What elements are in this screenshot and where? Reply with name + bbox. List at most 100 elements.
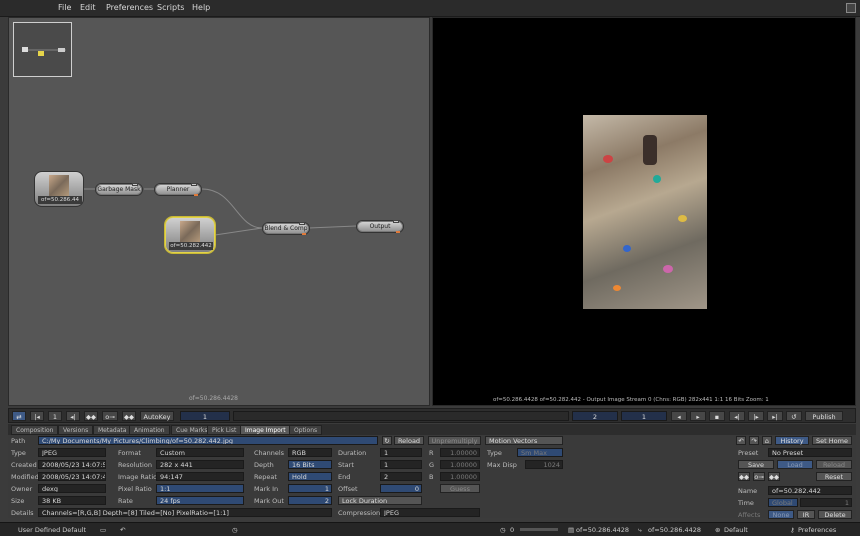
planner-node[interactable]: Planner [154,183,202,196]
duration-field[interactable]: 1 [380,448,422,457]
window-menu-button[interactable] [846,3,856,13]
set-home-button[interactable]: Set Home [812,436,852,445]
mv-type-field[interactable]: Sm Max [517,448,563,457]
key-next-icon[interactable]: ◆◆ [122,411,136,421]
end-field[interactable]: 2 [380,472,422,481]
key-link-icon[interactable]: o⊸ [102,411,118,421]
monitor-icon[interactable]: ▭ [100,526,106,534]
node-graph[interactable]: of=50.286.44 Garbage Mask Planner of=50.… [8,17,430,406]
menu-edit[interactable]: Edit [80,3,96,12]
lock-duration-button[interactable]: Lock Duration [338,496,422,505]
output-node[interactable]: Output [356,220,404,233]
rewind-icon[interactable]: ◂| [729,411,745,421]
tab-animation[interactable]: Animation [129,425,170,435]
resolution-field[interactable]: 282 x 441 [156,460,244,469]
tab-versions[interactable]: Versions [58,425,94,435]
depth-field[interactable]: 16 Bits [288,460,332,469]
unpremultiply-button[interactable]: Unpremultiply [428,436,481,445]
offset-field[interactable]: 0 [380,484,422,493]
name-field[interactable]: of=50.282.442 [768,486,852,495]
save-button[interactable]: Save [738,460,774,469]
channels-field[interactable]: RGB [288,448,332,457]
time-mode-field[interactable]: Global [768,498,798,507]
go-start-icon[interactable]: |◂ [30,411,44,421]
default-layout[interactable]: Default [724,526,748,534]
key-link-icon[interactable]: o⊸ [753,472,765,481]
mark-out-label: Mark Out [254,497,284,505]
menu-help[interactable]: Help [192,3,210,12]
step-back-icon[interactable]: ◂| [66,411,80,421]
time-value-field[interactable]: 1 [800,498,852,507]
max-disp-label: Max Disp [487,461,517,469]
mark-out-field[interactable]: 2 [288,496,332,505]
none-button[interactable]: None [768,510,794,519]
go-end-icon[interactable]: ▸| [767,411,783,421]
type-field[interactable]: JPEG [38,448,106,457]
status-mode[interactable]: User Defined Default [18,526,86,534]
home-icon[interactable]: ⌂ [762,436,772,445]
prev-frame-icon[interactable]: ◂ [671,411,687,421]
frame-one-button[interactable]: 1 [48,411,62,421]
read-node-1[interactable]: of=50.286.44 [34,171,84,207]
file-two[interactable]: of=50.286.4428 [648,526,701,534]
repeat-field[interactable]: Hold [288,472,332,481]
path-field[interactable]: C:/My Documents/My Pictures/Climbing/of=… [38,436,378,445]
mark-in-field[interactable]: 1 [288,484,332,493]
reload-icon[interactable]: ↻ [382,436,392,445]
frame-a-field[interactable]: 2 [572,411,618,421]
autokey-button[interactable]: AutoKey [140,411,174,421]
tab-composition[interactable]: Composition [11,425,59,435]
key-icon[interactable]: ◆◆ [84,411,98,421]
sync-icon[interactable]: ⇄ [12,411,26,421]
key-next-icon[interactable]: ◆◆ [768,472,780,481]
r-label: R [429,449,434,457]
g-field[interactable]: 1.00000 [440,460,480,469]
preset-field[interactable]: No Preset [768,448,852,457]
blend-comp-node[interactable]: Blend & Comp [262,222,310,235]
ir-button[interactable]: IR [797,510,815,519]
rate-field[interactable]: 24 fps [156,496,244,505]
guess-button[interactable]: Guess [440,484,480,493]
redo-icon[interactable]: ↷ [749,436,759,445]
preferences-button[interactable]: Preferences [798,526,836,534]
compression-field[interactable]: JPEG [380,508,480,517]
r-field[interactable]: 1.00000 [440,448,480,457]
stop-icon[interactable]: ▪ [709,411,725,421]
clock-icon[interactable]: ◷ [232,526,238,534]
b-field[interactable]: 1.00000 [440,472,480,481]
delete-button[interactable]: Delete [818,510,852,519]
reset-button[interactable]: Reset [816,472,852,481]
garbage-mask-node[interactable]: Garbage Mask [95,183,143,196]
tab-pick-list[interactable]: Pick List [207,425,242,435]
pixel-ratio-field[interactable]: 1:1 [156,484,244,493]
undo-status-icon[interactable]: ↶ [120,526,125,534]
file-one[interactable]: of=50.286.4428 [576,526,629,534]
reload-button[interactable]: Reload [394,436,424,445]
start-field[interactable]: 1 [380,460,422,469]
format-field[interactable]: Custom [156,448,244,457]
max-disp-field[interactable]: 1024 [525,460,563,469]
reload-preset-button[interactable]: Reload [816,460,852,469]
undo-icon[interactable]: ↶ [736,436,746,445]
image-viewer[interactable]: of=50.286.4428 of=50.282.442 - Output Im… [432,17,856,406]
menu-preferences[interactable]: Preferences [106,3,153,12]
tab-image-import[interactable]: Image Import [240,425,291,435]
loop-icon[interactable]: ↺ [786,411,802,421]
timeline-bar[interactable] [233,411,569,421]
menu-scripts[interactable]: Scripts [157,3,184,12]
image-ratio-field[interactable]: 94:147 [156,472,244,481]
counter-value: 0 [510,526,515,534]
tab-metadata[interactable]: Metadata [93,425,132,435]
load-button[interactable]: Load [777,460,813,469]
menu-file[interactable]: File [58,3,71,12]
play-icon[interactable]: ▸ [690,411,706,421]
key-icon[interactable]: ◆◆ [738,472,750,481]
current-frame-field[interactable]: 1 [180,411,230,421]
history-button[interactable]: History [775,436,809,445]
tab-options[interactable]: Options [289,425,323,435]
frame-b-field[interactable]: 1 [621,411,667,421]
read-node-2[interactable]: of=50.282.442 [165,217,215,253]
forward-icon[interactable]: |▸ [748,411,764,421]
publish-button[interactable]: Publish [805,411,843,421]
motion-vectors-button[interactable]: Motion Vectors [485,436,563,445]
